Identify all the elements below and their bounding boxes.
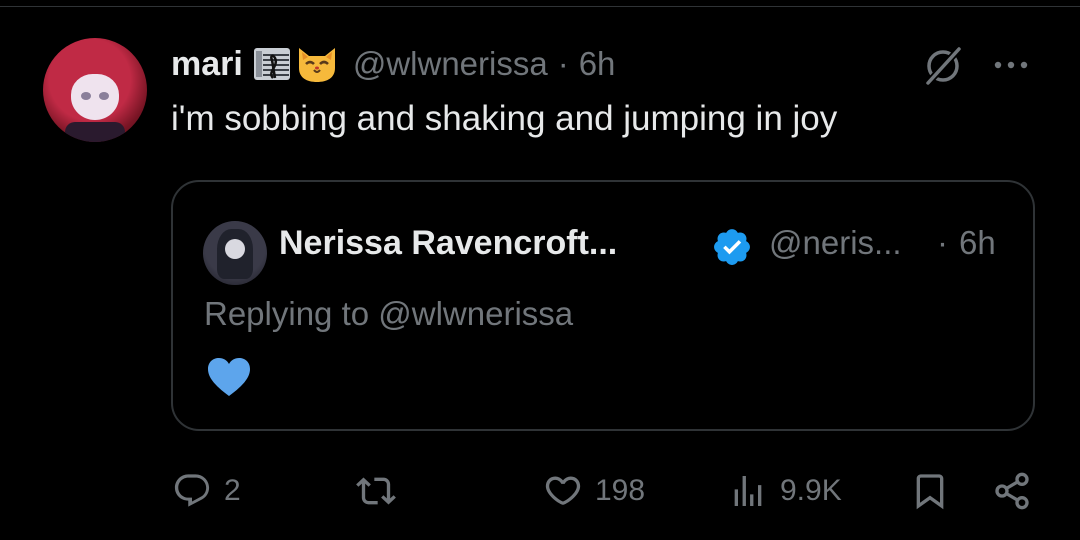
replying-handle[interactable]: @wlwnerissa xyxy=(378,295,573,332)
tweet-time[interactable]: 6h xyxy=(579,45,616,83)
repost-icon xyxy=(356,477,396,505)
author-name[interactable]: mari xyxy=(171,45,243,84)
heart-icon xyxy=(545,476,581,505)
views-button[interactable]: 9.9K xyxy=(728,466,842,516)
reply-button[interactable]: 2 xyxy=(172,466,241,516)
musical-score-emoji-icon xyxy=(253,48,290,80)
quoted-tweet-time[interactable]: 6h xyxy=(959,224,996,262)
like-button[interactable]: 198 xyxy=(543,466,645,516)
blue-heart-emoji-icon xyxy=(208,358,250,396)
views-count: 9.9K xyxy=(780,474,842,507)
quoted-author-name[interactable]: Nerissa Ravencroft... xyxy=(279,224,617,263)
separator-dot: · xyxy=(557,45,569,82)
grok-icon[interactable] xyxy=(922,45,964,87)
avatar-eye-left xyxy=(81,92,91,100)
like-count: 198 xyxy=(595,474,646,507)
tweet-header: mari @wlwnerissa · 6h xyxy=(171,42,615,86)
quoted-separator-dot: · xyxy=(937,224,948,261)
share-icon xyxy=(995,472,1029,510)
views-chart-icon xyxy=(734,476,762,506)
quoted-tweet[interactable]: Nerissa Ravencroft... @neris... · 6h Rep… xyxy=(171,180,1035,431)
quoted-avatar-face xyxy=(225,239,245,259)
verified-badge-icon[interactable] xyxy=(711,226,753,268)
replying-prefix: Replying to xyxy=(204,295,379,332)
cat-face-emoji-icon xyxy=(298,48,335,82)
tweet-text: i'm sobbing and shaking and jumping in j… xyxy=(171,99,838,138)
bookmark-button[interactable] xyxy=(910,466,950,516)
repost-button[interactable] xyxy=(356,466,408,516)
more-options-icon[interactable] xyxy=(990,50,1032,80)
action-bar: 2 198 9.9K xyxy=(0,466,1080,516)
author-emoji xyxy=(253,44,339,84)
bookmark-icon xyxy=(916,474,944,510)
author-avatar[interactable] xyxy=(43,38,147,142)
share-button[interactable] xyxy=(992,466,1032,516)
avatar-collar xyxy=(65,122,125,142)
quoted-author-handle[interactable]: @neris... xyxy=(769,224,902,262)
reply-count: 2 xyxy=(224,474,241,507)
replying-to: Replying to @wlwnerissa xyxy=(204,295,573,333)
author-handle[interactable]: @wlwnerissa xyxy=(353,45,548,83)
top-divider xyxy=(0,6,1080,7)
avatar-face xyxy=(71,74,119,120)
quoted-author-avatar[interactable] xyxy=(203,221,267,285)
avatar-eye-right xyxy=(99,92,109,100)
reply-icon xyxy=(174,474,210,507)
